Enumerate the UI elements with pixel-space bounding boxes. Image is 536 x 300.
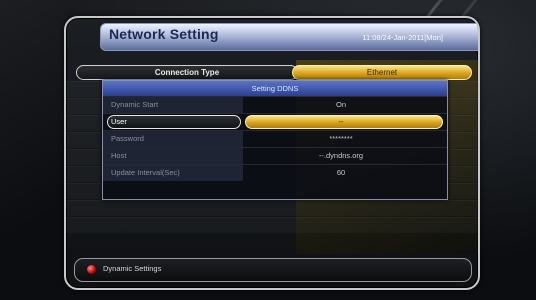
selected-label-highlight: [107, 115, 241, 129]
page-title: Network Setting: [109, 26, 219, 42]
row-label: Dynamic Start: [111, 100, 159, 109]
host-row[interactable]: Host --.dyndns.org: [103, 147, 447, 164]
menu-row-bg: [66, 200, 478, 216]
dynamic-settings-hint: Dynamic Settings: [103, 264, 162, 273]
dialog-title: Setting DDNS: [103, 81, 447, 96]
row-value: On: [335, 100, 346, 109]
red-button-icon: [87, 265, 96, 274]
user-row[interactable]: User --: [103, 113, 447, 130]
row-label: Update Interval(Sec): [111, 168, 180, 177]
dynamic-start-row[interactable]: Dynamic Start On: [103, 96, 447, 113]
datetime-display: 11:08/24-Jan-2011[Mon]: [362, 33, 443, 42]
password-row[interactable]: Password ********: [103, 130, 447, 147]
connection-type-value[interactable]: Ethernet: [292, 65, 472, 80]
help-bar: Dynamic Settings: [74, 258, 472, 282]
row-value: --.dyndns.org: [318, 151, 364, 160]
connection-type-label[interactable]: Connection Type: [76, 65, 298, 80]
update-interval-row[interactable]: Update Interval(Sec) 60: [103, 164, 447, 181]
row-value: --: [338, 117, 344, 126]
row-label: Host: [111, 151, 127, 160]
row-label: User: [111, 117, 127, 126]
network-setting-window: Network Setting 11:08/24-Jan-2011[Mon] C…: [64, 16, 480, 290]
ddns-dialog: Setting DDNS Dynamic Start On User -- Pa…: [102, 80, 448, 200]
menu-row-bg: [66, 217, 478, 233]
row-value: 60: [336, 168, 346, 177]
row-value: ********: [329, 134, 353, 143]
row-label: Password: [111, 134, 144, 143]
title-bar: Network Setting 11:08/24-Jan-2011[Mon]: [100, 23, 478, 51]
